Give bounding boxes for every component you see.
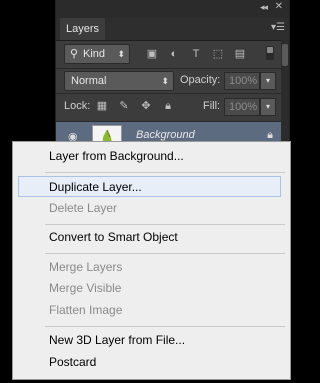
filter-pixel-icon[interactable]: ▣ (146, 48, 158, 60)
blend-mode-select[interactable]: Normal ⬍ (64, 71, 174, 91)
menu-item-flatten-image[interactable]: Flatten Image (13, 300, 290, 321)
lock-transparency-icon[interactable]: ▦ (96, 100, 108, 112)
filter-type-icon[interactable]: T (190, 48, 202, 60)
menu-item-delete-layer[interactable]: Delete Layer (13, 198, 290, 219)
menu-item-layer-from-background[interactable]: Layer from Background... (13, 146, 290, 167)
menu-item-convert-to-smart-object[interactable]: Convert to Smart Object (13, 227, 290, 248)
menu-separator (45, 224, 285, 225)
blend-row: Normal ⬍ Opacity: 100% ▾ (56, 69, 289, 93)
filter-kind-select[interactable]: ⚲ Kind ⬍ (64, 44, 130, 64)
panel-menu-icon[interactable]: ▾☰ (271, 22, 285, 33)
tab-layers[interactable]: Layers (60, 18, 106, 40)
filter-smart-object-icon[interactable]: ▤ (234, 48, 246, 60)
lock-label: Lock: (64, 100, 91, 112)
updown-arrow-icon: ⬍ (117, 49, 125, 59)
lock-position-icon[interactable]: ✥ (140, 100, 152, 112)
filter-toggle[interactable] (266, 46, 274, 60)
lock-paint-icon[interactable]: ✎ (118, 100, 130, 112)
opacity-dropdown-icon[interactable]: ▾ (260, 72, 276, 90)
blend-mode-label: Normal (71, 75, 107, 87)
search-icon: ⚲ (70, 48, 79, 60)
collapse-icon[interactable]: ◂◂ (260, 2, 268, 13)
fill-dropdown-icon[interactable]: ▾ (260, 98, 276, 116)
panel-title-bar: ◂◂ ✕ (56, 0, 289, 18)
fill-label: Fill: (203, 100, 221, 112)
opacity-label: Opacity: (180, 74, 221, 86)
menu-item-new-3d-layer-from-file[interactable]: New 3D Layer from File... (13, 330, 290, 351)
opacity-field[interactable]: 100% (224, 72, 260, 90)
menu-item-merge-layers[interactable]: Merge Layers (13, 257, 290, 278)
layers-panel: ◂◂ ✕ Layers ▾☰ ⚲ Kind ⬍ ▣ ◐ T ⬚ ▤ Normal… (55, 0, 290, 151)
lock-all-icon[interactable]: 🔒︎ (162, 100, 174, 112)
lock-row: Lock: ▦ ✎ ✥ 🔒︎ Fill: 100% ▾ (56, 94, 289, 118)
menu-separator (45, 253, 285, 254)
updown-arrow-icon: ⬍ (161, 76, 169, 86)
menu-separator (45, 326, 285, 327)
layer-name: Background (136, 129, 195, 141)
filter-shape-icon[interactable]: ⬚ (212, 48, 224, 60)
close-icon[interactable]: ✕ (275, 1, 283, 12)
filter-row: ⚲ Kind ⬍ ▣ ◐ T ⬚ ▤ (56, 40, 289, 68)
context-menu: Layer from Background... Duplicate Layer… (12, 141, 291, 380)
menu-separator (45, 172, 285, 173)
panel-tab-bar: Layers ▾☰ (56, 18, 289, 41)
scrollbar-thumb[interactable] (282, 44, 288, 66)
menu-item-duplicate-layer[interactable]: Duplicate Layer... (18, 176, 281, 197)
filter-adjustment-icon[interactable]: ◐ (168, 48, 180, 60)
menu-item-merge-visible[interactable]: Merge Visible (13, 278, 290, 299)
fill-field[interactable]: 100% (224, 98, 260, 116)
menu-item-postcard[interactable]: Postcard (13, 352, 290, 373)
filter-kind-label: Kind (83, 48, 106, 60)
